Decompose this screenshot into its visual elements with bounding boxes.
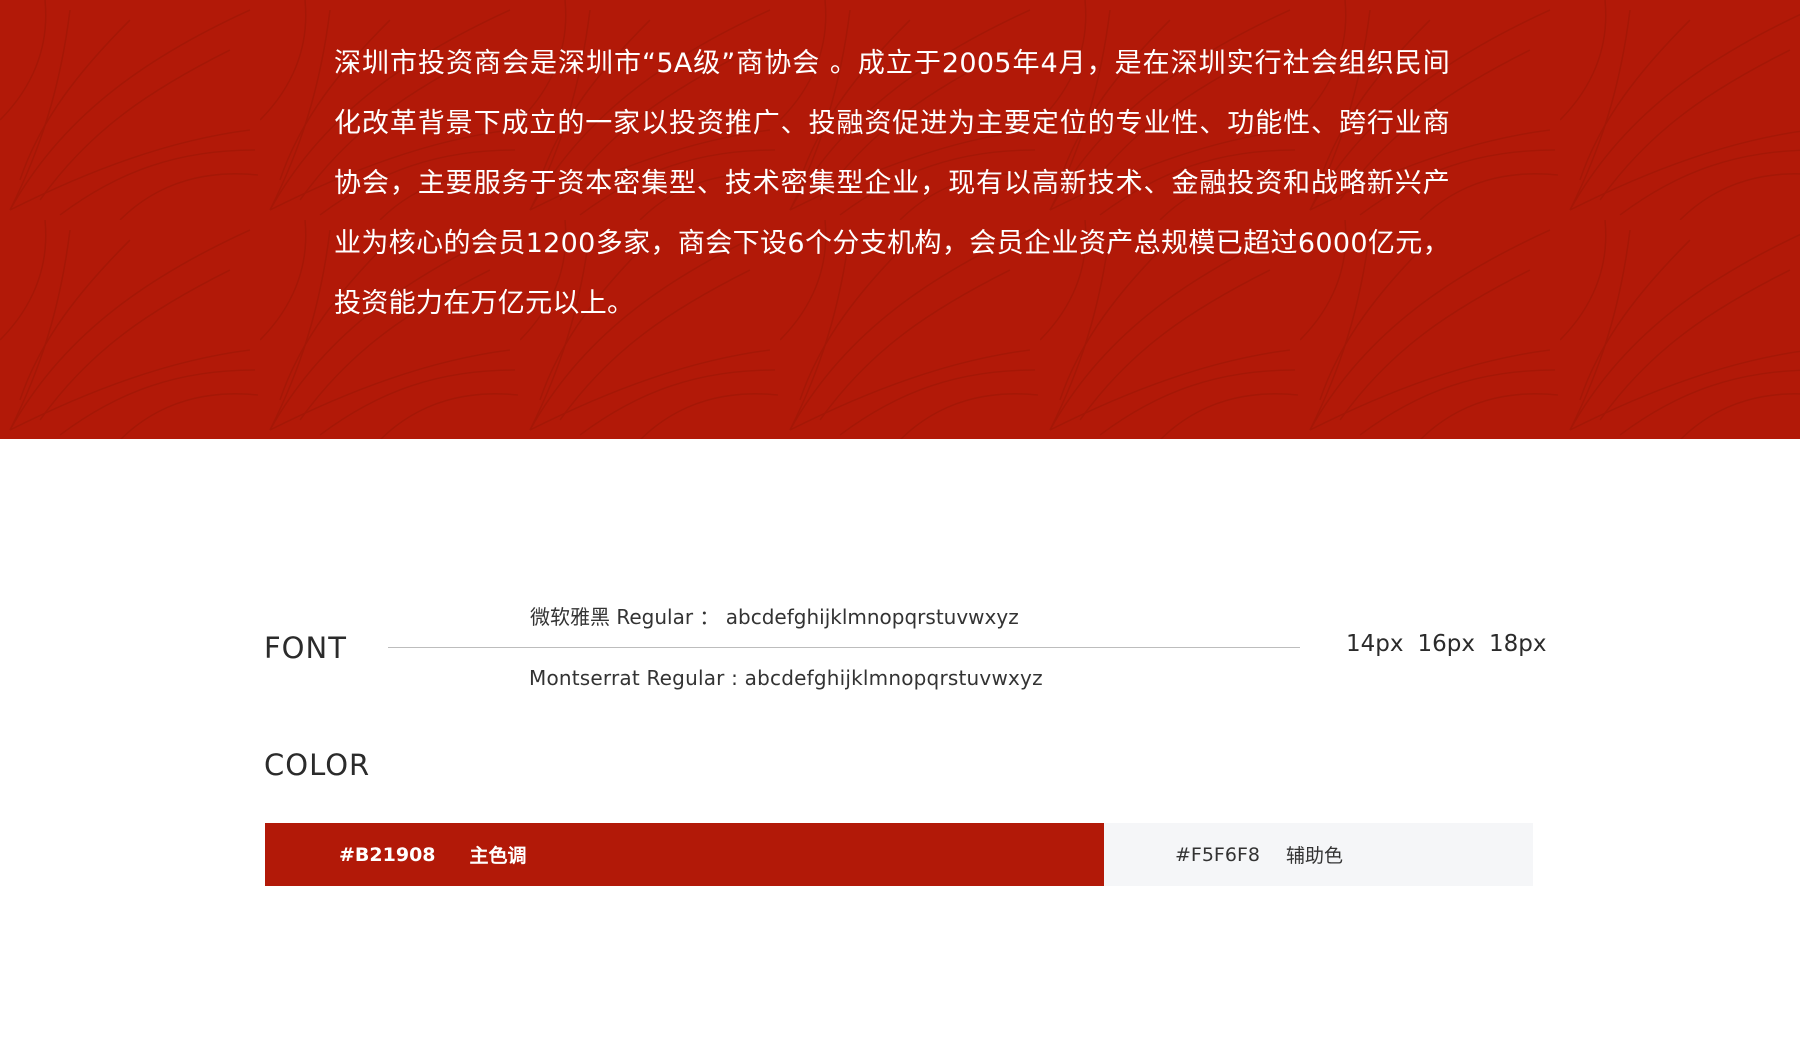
- primary-color-swatch: #B21908 主色调: [265, 823, 1104, 886]
- font-sample-latin: Montserrat Regular : abcdefghijklmnopqrs…: [529, 666, 1043, 690]
- font-size-list: 14px 16px 18px: [1346, 631, 1546, 657]
- secondary-color-hex: #F5F6F8: [1175, 843, 1260, 866]
- secondary-color-swatch: #F5F6F8 辅助色: [1104, 823, 1533, 886]
- brand-spec-page: 深圳市投资商会是深圳市“5A级”商协会 。成立于2005年4月，是在深圳实行社会…: [0, 0, 1800, 1043]
- intro-banner: 深圳市投资商会是深圳市“5A级”商协会 。成立于2005年4月，是在深圳实行社会…: [0, 0, 1800, 439]
- font-sample-chinese: 微软雅黑 Regular ： abcdefghijklmnopqrstuvwxy…: [530, 605, 1019, 629]
- font-section-label: FONT: [264, 631, 347, 665]
- font-size-small: 14px: [1346, 631, 1404, 657]
- font-size-large: 18px: [1488, 631, 1547, 657]
- primary-color-hex: #B21908: [339, 843, 436, 866]
- intro-paragraph: 深圳市投资商会是深圳市“5A级”商协会 。成立于2005年4月，是在深圳实行社会…: [334, 48, 1450, 319]
- font-divider-line: [388, 647, 1300, 648]
- secondary-color-role: 辅助色: [1285, 845, 1343, 867]
- color-section-label: COLOR: [264, 748, 371, 782]
- font-size-medium: 16px: [1417, 631, 1475, 657]
- primary-color-role: 主色调: [469, 845, 527, 867]
